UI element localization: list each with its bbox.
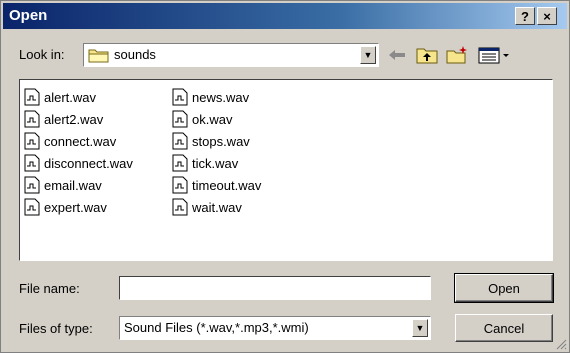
filetype-label: Files of type: (19, 321, 93, 336)
file-list[interactable]: alert.wav alert2.wav connect.wav disconn… (19, 79, 553, 261)
folder-icon (88, 49, 109, 63)
filename-label: File name: (19, 281, 80, 296)
new-folder-icon[interactable] (445, 45, 469, 65)
filename-input[interactable] (119, 276, 431, 300)
file-item[interactable]: ok.wav (172, 108, 261, 130)
file-name: connect.wav (44, 133, 117, 149)
lookin-combobox[interactable]: sounds ▼ (83, 43, 379, 67)
filetype-value: Sound Files (*.wav,*.mp3,*.wmi) (124, 320, 309, 335)
file-name: disconnect.wav (44, 155, 133, 171)
file-name: news.wav (192, 89, 250, 105)
resize-grip-icon[interactable] (555, 338, 567, 350)
audio-file-icon (24, 176, 40, 194)
file-item[interactable]: alert.wav (24, 86, 133, 108)
file-column-1: alert.wav alert2.wav connect.wav disconn… (24, 86, 133, 218)
file-item[interactable]: wait.wav (172, 196, 261, 218)
file-column-2: news.wav ok.wav stops.wav tick.wav timeo… (172, 86, 261, 218)
file-name: ok.wav (192, 111, 233, 127)
audio-file-icon (24, 198, 40, 216)
audio-file-icon (172, 132, 188, 150)
filetype-combobox[interactable]: Sound Files (*.wav,*.mp3,*.wmi) ▼ (119, 316, 431, 340)
audio-file-icon (24, 110, 40, 128)
file-item[interactable]: tick.wav (172, 152, 261, 174)
audio-file-icon (172, 176, 188, 194)
file-name: alert.wav (44, 89, 97, 105)
back-arrow-icon[interactable] (385, 45, 409, 65)
lookin-value: sounds (114, 47, 156, 62)
audio-file-icon (172, 110, 188, 128)
file-name: timeout.wav (192, 177, 262, 193)
close-button[interactable]: × (537, 7, 557, 25)
file-item[interactable]: expert.wav (24, 196, 133, 218)
file-name: stops.wav (192, 133, 250, 149)
file-name: wait.wav (192, 199, 242, 215)
file-name: email.wav (44, 177, 102, 193)
file-name: tick.wav (192, 155, 239, 171)
file-item[interactable]: connect.wav (24, 130, 133, 152)
cancel-button[interactable]: Cancel (455, 314, 553, 342)
audio-file-icon (24, 154, 40, 172)
open-dialog: Open ? × Look in: sounds ▼ alert.wav ale… (0, 0, 570, 353)
file-name: expert.wav (44, 199, 107, 215)
up-folder-icon[interactable] (415, 45, 439, 65)
audio-file-icon (24, 88, 40, 106)
file-name: alert2.wav (44, 111, 104, 127)
lookin-label: Look in: (19, 47, 65, 62)
file-item[interactable]: disconnect.wav (24, 152, 133, 174)
filetype-dropdown-button[interactable]: ▼ (412, 319, 428, 337)
lookin-dropdown-button[interactable]: ▼ (360, 46, 376, 64)
file-item[interactable]: news.wav (172, 86, 261, 108)
file-item[interactable]: alert2.wav (24, 108, 133, 130)
file-item[interactable]: timeout.wav (172, 174, 261, 196)
file-item[interactable]: stops.wav (172, 130, 261, 152)
audio-file-icon (172, 154, 188, 172)
dialog-title: Open (9, 7, 48, 24)
audio-file-icon (172, 198, 188, 216)
audio-file-icon (24, 132, 40, 150)
help-button[interactable]: ? (515, 7, 535, 25)
audio-file-icon (172, 88, 188, 106)
open-button[interactable]: Open (454, 273, 554, 303)
title-bar[interactable]: Open ? × (3, 3, 567, 29)
file-item[interactable]: email.wav (24, 174, 133, 196)
views-menu-icon[interactable] (477, 45, 513, 65)
